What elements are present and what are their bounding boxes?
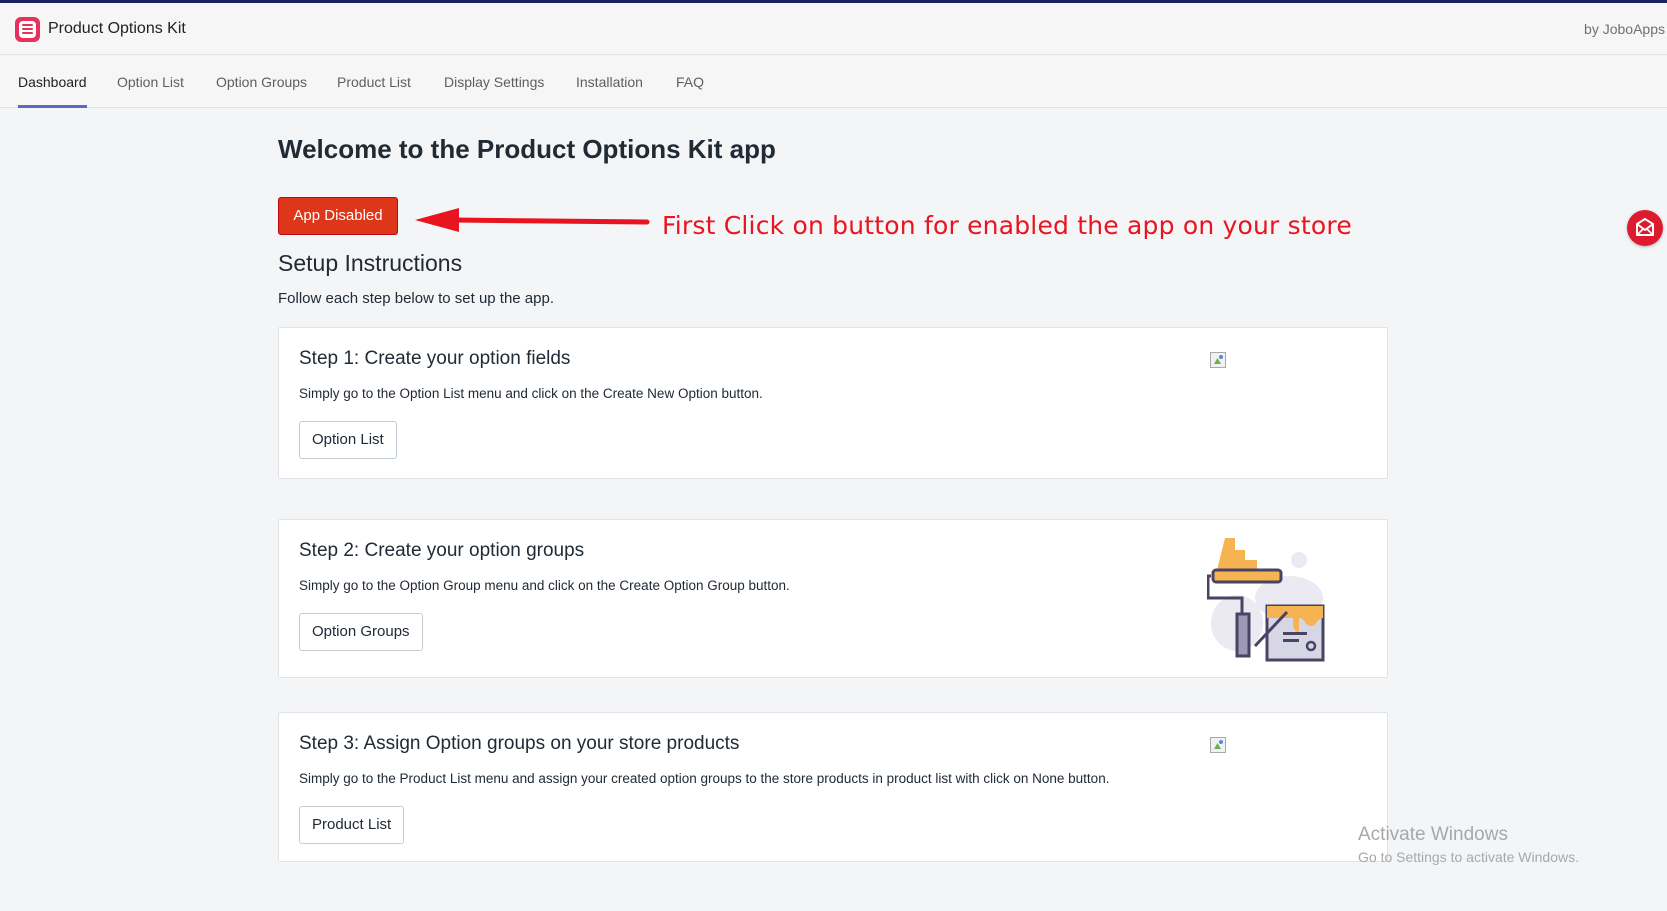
paint-roller-illustration-icon <box>1207 538 1325 662</box>
broken-image-icon <box>1210 737 1226 753</box>
step-card-3: Step 3: Assign Option groups on your sto… <box>278 712 1388 862</box>
step-title: Step 1: Create your option fields <box>299 348 571 369</box>
mail-button[interactable] <box>1627 210 1663 246</box>
annotation-text: First Click on button for enabled the ap… <box>662 211 1352 240</box>
step-title: Step 3: Assign Option groups on your sto… <box>299 733 740 754</box>
mail-icon <box>1636 218 1654 236</box>
tab-display-settings[interactable]: Display Settings <box>444 56 544 108</box>
product-list-button[interactable]: Product List <box>299 806 405 844</box>
nav-tabs: Dashboard Option List Option Groups Prod… <box>0 56 1667 108</box>
watermark-title: Activate Windows <box>1358 824 1508 845</box>
windows-activation-watermark: Activate Windows Go to Settings to activ… <box>1358 824 1579 865</box>
tab-faq[interactable]: FAQ <box>676 56 704 108</box>
page-title: Welcome to the Product Options Kit app <box>278 134 776 164</box>
step-description: Simply go to the Product List menu and a… <box>299 771 1110 786</box>
watermark-subtitle: Go to Settings to activate Windows. <box>1358 849 1579 865</box>
tab-option-list[interactable]: Option List <box>117 56 184 108</box>
vendor-label: by JoboApps <box>1584 21 1665 37</box>
tab-product-list[interactable]: Product List <box>337 56 411 108</box>
broken-image-icon <box>1210 352 1226 368</box>
step-description: Simply go to the Option Group menu and c… <box>299 578 790 593</box>
tab-installation[interactable]: Installation <box>576 56 643 108</box>
app-header: Product Options Kit by JoboApps <box>0 3 1667 55</box>
step-title: Step 2: Create your option groups <box>299 540 585 561</box>
app-title: Product Options Kit <box>48 20 186 37</box>
setup-title: Setup Instructions <box>278 250 463 276</box>
option-groups-button[interactable]: Option Groups <box>299 613 423 651</box>
step-description: Simply go to the Option List menu and cl… <box>299 386 763 401</box>
step-card-2: Step 2: Create your option groups Simply… <box>278 519 1388 678</box>
arrow-annotation-icon <box>415 208 650 232</box>
app-status-button[interactable]: App Disabled <box>278 197 398 235</box>
setup-subtitle: Follow each step below to set up the app… <box>278 290 555 307</box>
option-list-button[interactable]: Option List <box>299 421 397 459</box>
step-card-1: Step 1: Create your option fields Simply… <box>278 327 1388 479</box>
list-icon <box>15 17 40 42</box>
tab-option-groups[interactable]: Option Groups <box>216 56 307 108</box>
tab-dashboard[interactable]: Dashboard <box>18 56 87 108</box>
